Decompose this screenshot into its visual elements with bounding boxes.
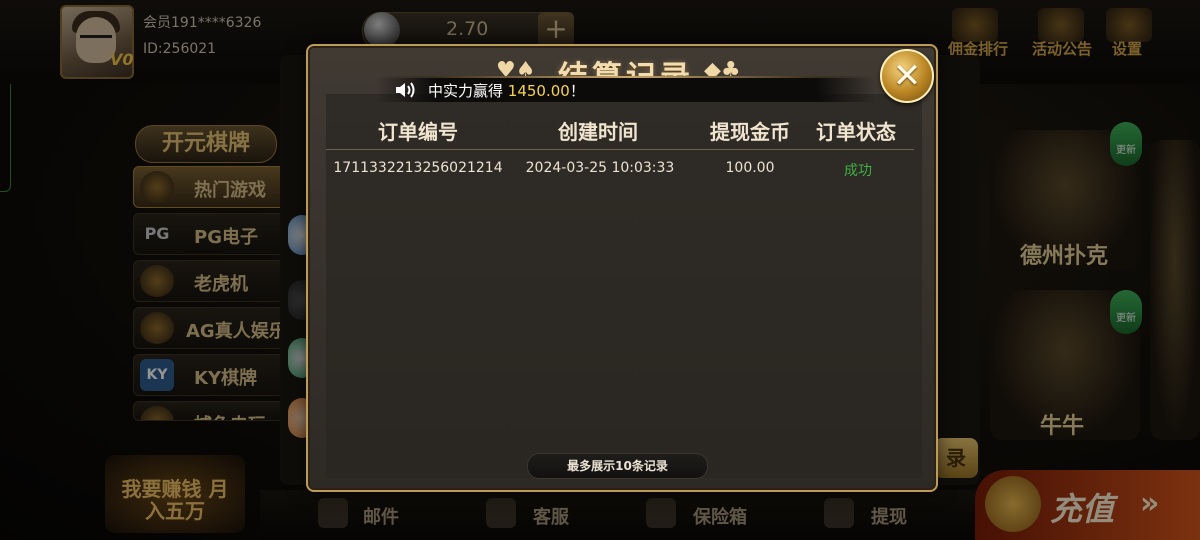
marquee-prefix: 中实力赢得 — [428, 82, 508, 100]
speaker-icon — [396, 82, 415, 98]
marquee-top-line — [376, 76, 876, 78]
marquee-text: 中实力赢得 1450.00！ — [428, 80, 585, 101]
cell-amount: 100.00 — [725, 160, 775, 176]
header-divider — [326, 149, 914, 150]
cell-status: 成功 — [844, 163, 872, 179]
records-limit-text: 最多展示10条记录 — [567, 459, 668, 473]
cell-order-id: 1711332213256021214 — [333, 160, 503, 176]
column-header-created-at: 创建时间 — [558, 120, 638, 144]
records-limit-note: 最多展示10条记录 — [527, 453, 708, 479]
marquee-suffix: ！ — [569, 82, 585, 100]
cell-created-at: 2024-03-25 10:03:33 — [525, 160, 675, 176]
marquee-amount: 1450.00 — [507, 82, 570, 100]
column-header-status: 订单状态 — [816, 120, 896, 144]
close-icon: ✕ — [892, 56, 922, 96]
column-header-order-id: 订单编号 — [378, 120, 458, 144]
close-button[interactable]: ✕ — [880, 49, 934, 103]
